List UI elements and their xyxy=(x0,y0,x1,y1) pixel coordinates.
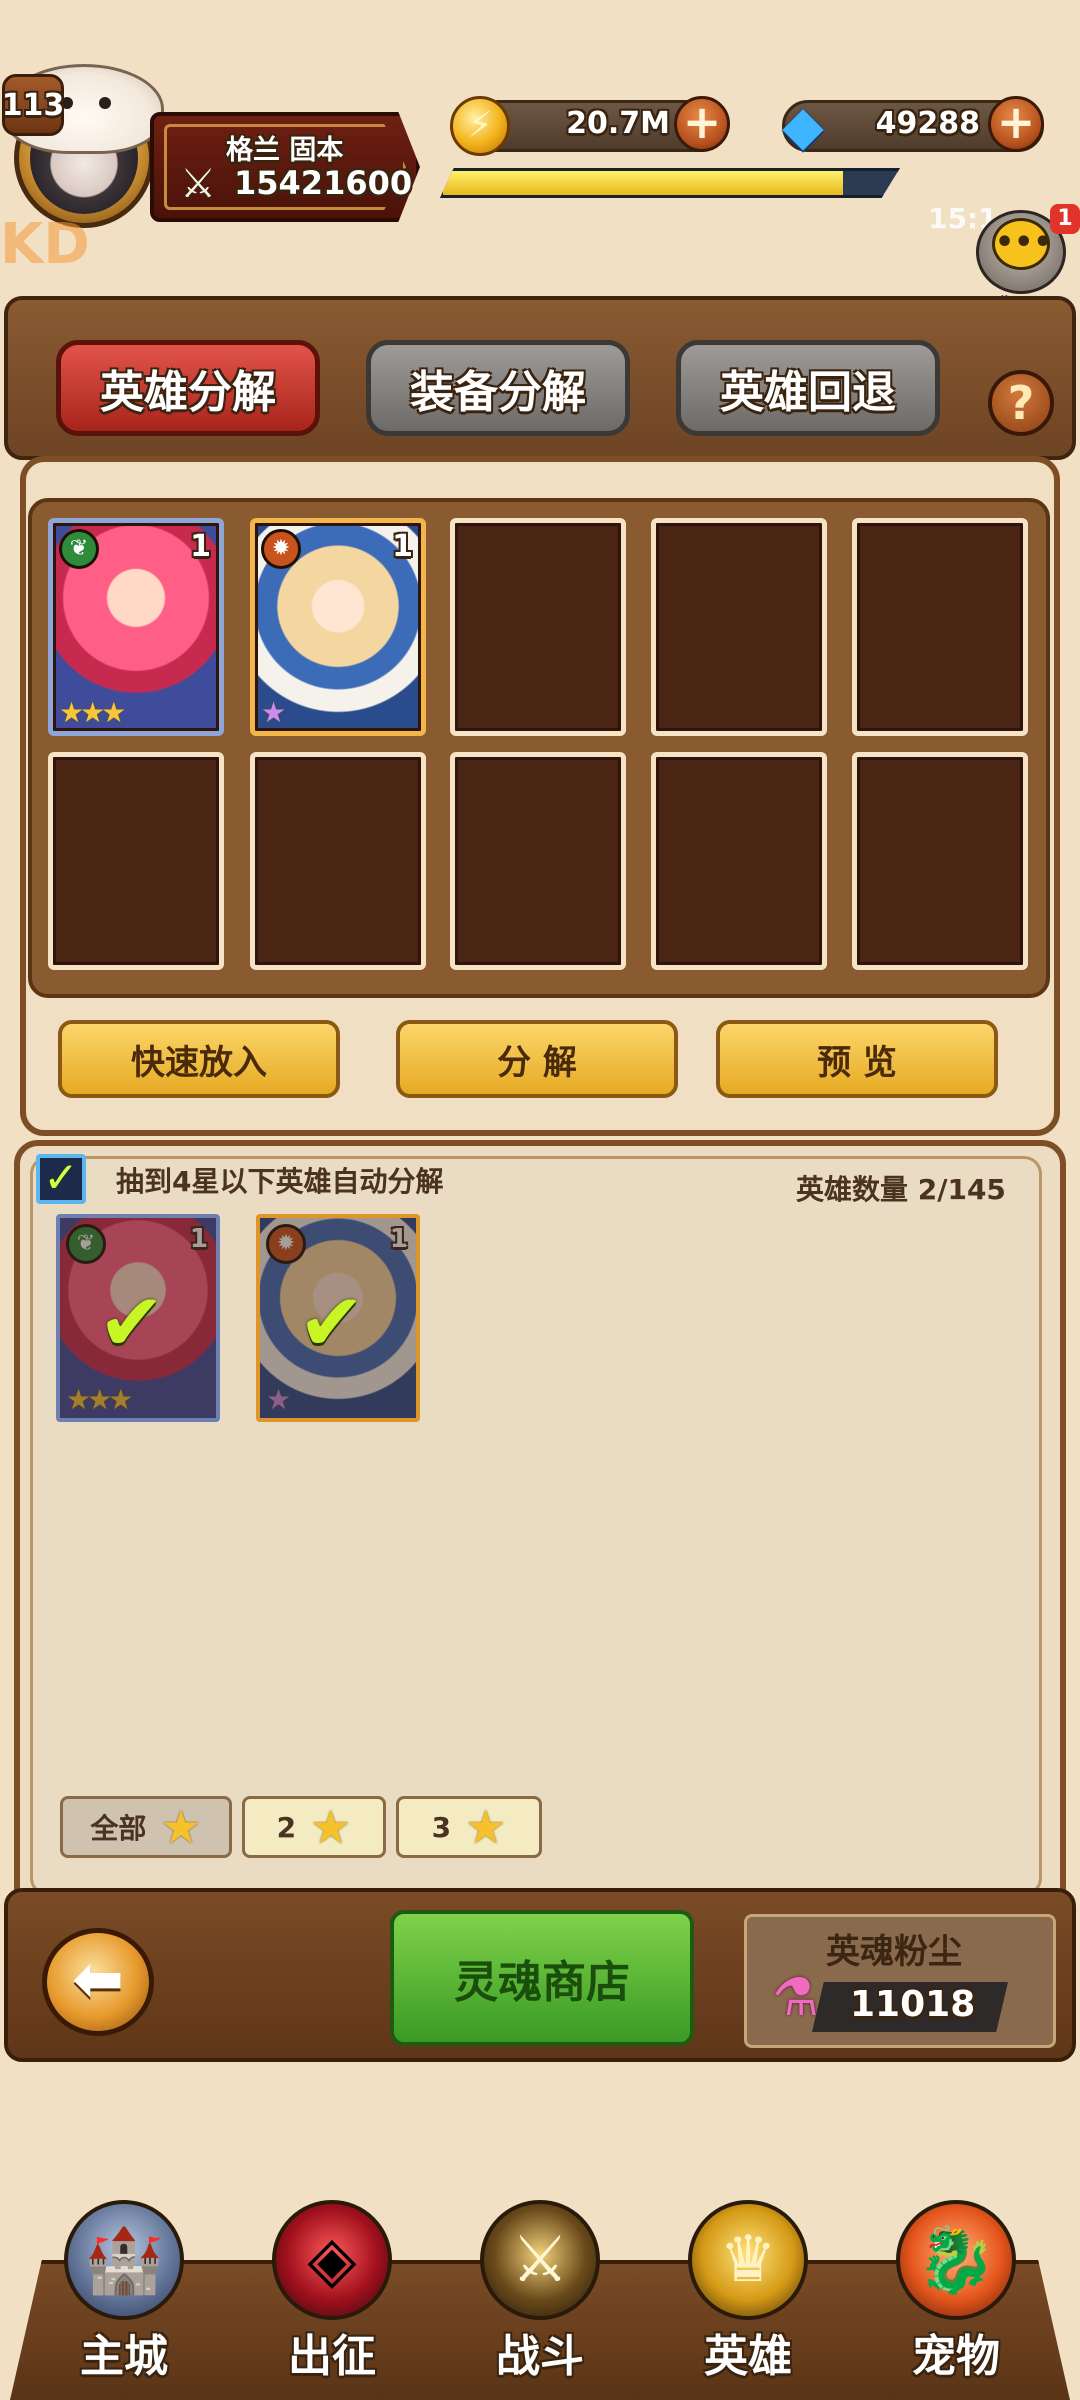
crossed-swords-icon: ⚔ xyxy=(180,161,216,207)
chat-notification-badge: 1 xyxy=(1050,204,1080,234)
watermark-text: KD xyxy=(0,212,90,277)
nav-label: 主城 xyxy=(80,2331,168,2382)
decompose-slot-3[interactable] xyxy=(450,518,626,736)
nav-label: 英雄 xyxy=(704,2331,792,2382)
filter-label: 3 xyxy=(431,1810,452,1844)
nav-main-city[interactable]: 🏰 主城 xyxy=(34,2180,214,2400)
soul-shop-button[interactable]: 灵魂商店 xyxy=(390,1910,694,2046)
dragon-pet-icon: 🐉 xyxy=(896,2200,1016,2320)
auto-decompose-label: 抽到4星以下英雄自动分解 xyxy=(116,1165,444,1198)
hero-stars: ★ xyxy=(261,696,286,729)
gem-amount: 49288 xyxy=(875,106,980,141)
gold-amount: 20.7M xyxy=(566,106,670,141)
filter-2-star-button[interactable]: 2 ★ xyxy=(242,1796,386,1858)
hero-list-item[interactable]: ❦ 1 ★★★ ✔ xyxy=(56,1214,220,1422)
bear-eye-icon xyxy=(99,97,111,109)
nav-pets[interactable]: 🐉 宠物 xyxy=(866,2180,1046,2400)
player-level-badge: 113 xyxy=(2,74,64,136)
player-name: 格兰 固本 xyxy=(226,135,344,166)
filter-label: 2 xyxy=(276,1810,297,1844)
decompose-slot-2[interactable]: ✹ 1 ★ xyxy=(250,518,426,736)
nav-label: 战斗 xyxy=(496,2331,584,2382)
decompose-slot-10[interactable] xyxy=(852,752,1028,970)
golden-helmet-icon: ♛ xyxy=(688,2200,808,2320)
experience-bar xyxy=(440,168,900,198)
experience-fill xyxy=(443,171,843,195)
tab-equipment-decompose[interactable]: 装备分解 xyxy=(366,340,630,436)
question-icon[interactable]: ? xyxy=(988,370,1054,436)
nav-expedition[interactable]: ◈ 出征 xyxy=(242,2180,422,2400)
tab-hero-decompose[interactable]: 英雄分解 xyxy=(56,340,320,436)
tab-hero-rollback[interactable]: 英雄回退 xyxy=(676,340,940,436)
decompose-slot-4[interactable] xyxy=(651,518,827,736)
hero-dust-title: 英魂粉尘 xyxy=(826,1932,962,1972)
nav-heroes[interactable]: ♛ 英雄 xyxy=(658,2180,838,2400)
fire-element-icon: ✹ xyxy=(261,529,301,569)
decompose-button[interactable]: 分 解 xyxy=(396,1020,678,1098)
chat-bubble-icon[interactable]: ••• xyxy=(992,218,1053,270)
combat-power-value: 15421600 xyxy=(234,164,413,202)
checkmark-icon: ✔ xyxy=(98,1276,166,1369)
checkmark-icon: ✔ xyxy=(298,1276,366,1369)
hero-count: 英雄数量 2/145 xyxy=(796,1173,1006,1206)
nav-battle[interactable]: ⚔ 战斗 xyxy=(450,2180,630,2400)
diamond-icon: ◆ xyxy=(782,94,824,157)
add-gold-button[interactable]: + xyxy=(674,96,730,152)
filter-3-star-button[interactable]: 3 ★ xyxy=(396,1796,542,1858)
filter-all-button[interactable]: 全部 ★ xyxy=(60,1796,232,1858)
nav-label: 出征 xyxy=(288,2331,376,2382)
hero-level: 1 xyxy=(392,529,413,564)
potion-icon: ⚗ xyxy=(772,1968,819,2028)
add-gems-button[interactable]: + xyxy=(988,96,1044,152)
quick-add-button[interactable]: 快速放入 xyxy=(58,1020,340,1098)
red-crystal-icon: ◈ xyxy=(272,2200,392,2320)
gold-coin-icon: ⚡ xyxy=(450,96,510,156)
filter-label: 全部 xyxy=(90,1812,147,1845)
hero-list-item[interactable]: ✹ 1 ★ ✔ xyxy=(256,1214,420,1422)
hero-dust-value: 11018 xyxy=(850,1984,976,2025)
decompose-slot-7[interactable] xyxy=(250,752,426,970)
hero-stars: ★★★ xyxy=(59,696,126,729)
auto-decompose-checkbox[interactable]: ✓ xyxy=(36,1154,86,1204)
decompose-slot-9[interactable] xyxy=(651,752,827,970)
preview-button[interactable]: 预 览 xyxy=(716,1020,998,1098)
castle-tower-icon: 🏰 xyxy=(64,2200,184,2320)
nature-element-icon: ❦ xyxy=(59,529,99,569)
star-icon: ★ xyxy=(160,1800,202,1854)
decompose-slot-1[interactable]: ❦ 1 ★★★ xyxy=(48,518,224,736)
decompose-slot-8[interactable] xyxy=(450,752,626,970)
back-arrow-icon[interactable]: ⬅ xyxy=(42,1928,154,2036)
star-icon: ★ xyxy=(465,1800,507,1854)
decompose-slot-6[interactable] xyxy=(48,752,224,970)
crossed-swords-shield-icon: ⚔ xyxy=(480,2200,600,2320)
nav-label: 宠物 xyxy=(912,2331,1000,2382)
decompose-slot-5[interactable] xyxy=(852,518,1028,736)
star-icon: ★ xyxy=(310,1800,352,1854)
hero-level: 1 xyxy=(190,529,211,564)
